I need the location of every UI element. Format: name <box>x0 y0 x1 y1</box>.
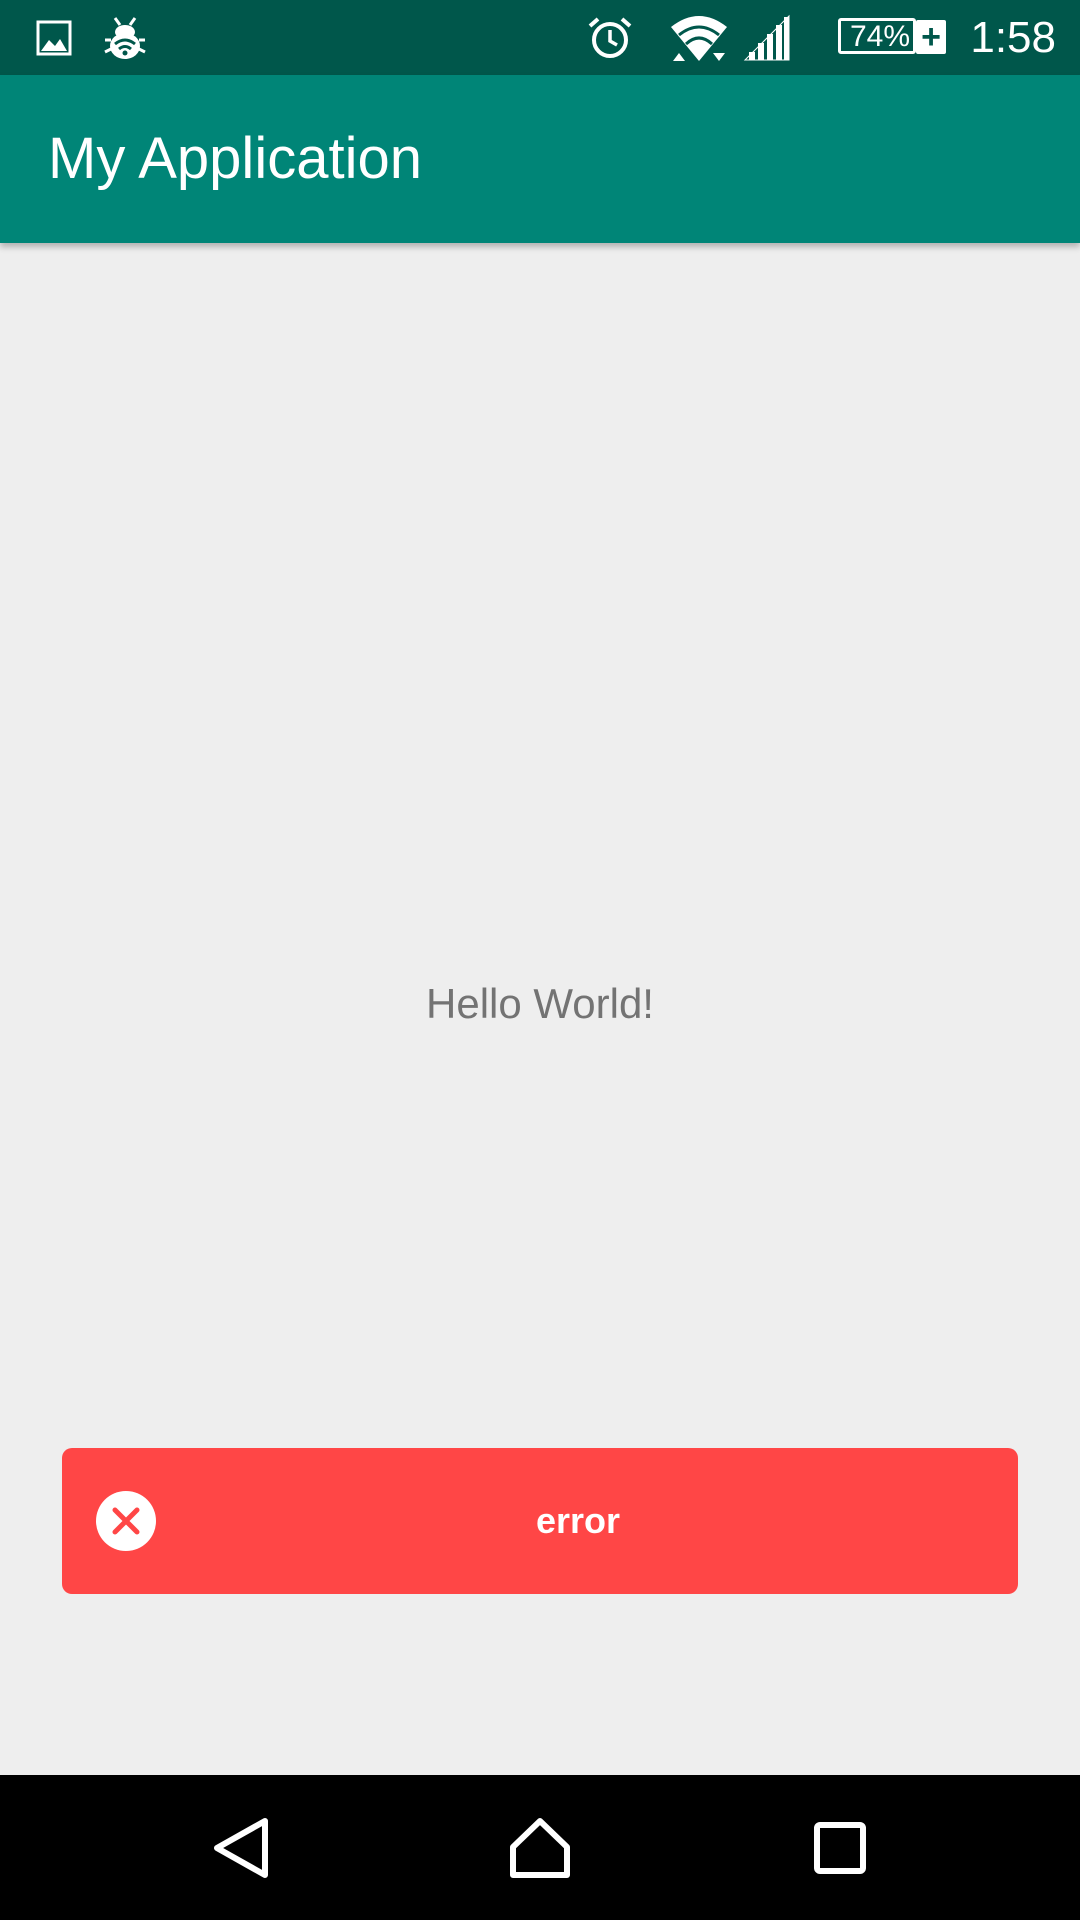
cell-signal-icon <box>742 0 792 75</box>
app-title: My Application <box>48 126 422 191</box>
battery-charging-symbol: + <box>916 20 946 54</box>
bug-icon <box>100 0 150 75</box>
error-toast[interactable]: error <box>62 1448 1018 1594</box>
image-icon <box>34 0 74 75</box>
status-time: 1:58 <box>970 12 1056 62</box>
screen: 74% + 1:58 My Application Hello World! e… <box>0 0 1080 1920</box>
toast-message: error <box>535 1500 621 1541</box>
battery-icon: 74% + <box>838 16 948 58</box>
app-bar: My Application <box>0 75 1080 243</box>
home-icon <box>510 1817 570 1878</box>
hello-text: Hello World! <box>426 980 654 1027</box>
recents-button[interactable] <box>760 1775 920 1920</box>
status-bar: 74% + 1:58 <box>0 0 1080 75</box>
alarm-icon <box>585 0 635 75</box>
wifi-icon <box>668 0 730 75</box>
recents-icon <box>814 1821 866 1874</box>
battery-level: 74% <box>849 20 911 53</box>
back-icon <box>214 1817 268 1878</box>
back-button[interactable] <box>162 1775 322 1920</box>
nav-bar <box>0 1775 1080 1920</box>
home-button[interactable] <box>460 1775 620 1920</box>
